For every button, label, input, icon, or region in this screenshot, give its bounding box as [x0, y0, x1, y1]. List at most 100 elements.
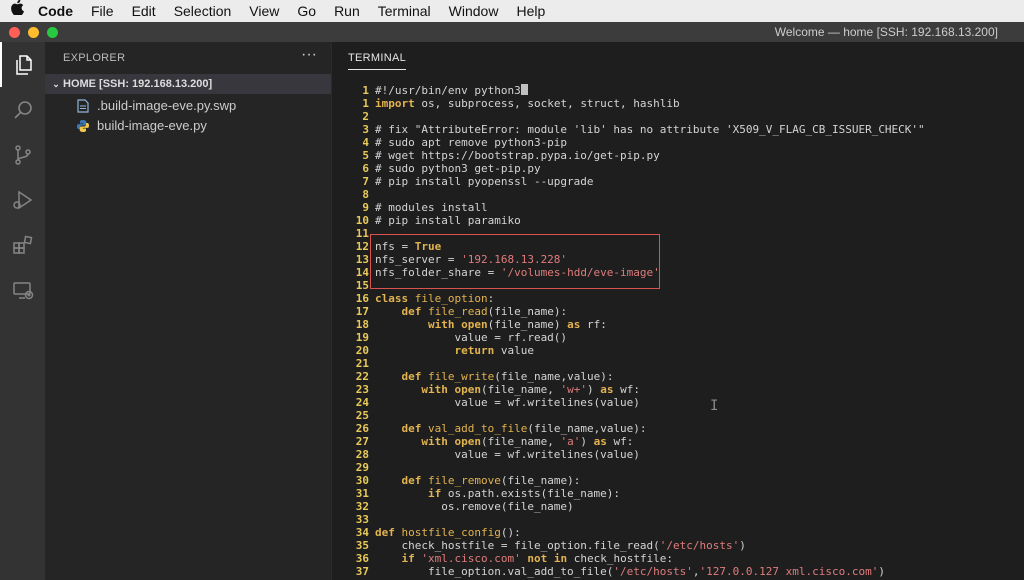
- terminal-line: 20 return value: [332, 344, 1024, 357]
- menu-go[interactable]: Go: [288, 0, 325, 22]
- line-number: 32: [355, 500, 369, 513]
- search-icon[interactable]: [0, 87, 45, 132]
- maximize-window-button[interactable]: [47, 27, 58, 38]
- file-item[interactable]: .build-image-eve.py.swp: [75, 96, 236, 116]
- terminal-line: 33: [332, 513, 1024, 526]
- close-window-button[interactable]: [9, 27, 20, 38]
- line-number: 34: [355, 526, 369, 539]
- run-debug-icon[interactable]: [0, 177, 45, 222]
- terminal-line: 17 def file_read(file_name):: [332, 305, 1024, 318]
- line-text: def hostfile_config():: [375, 526, 521, 539]
- menu-window[interactable]: Window: [440, 0, 508, 22]
- line-number: 2: [362, 110, 369, 123]
- menu-view[interactable]: View: [240, 0, 288, 22]
- file-item[interactable]: build-image-eve.py: [75, 116, 207, 136]
- menu-run[interactable]: Run: [325, 0, 369, 22]
- terminal-line: 14 nfs_folder_share = '/volumes-hdd/eve-i…: [332, 266, 1024, 279]
- chevron-down-icon: ⌄: [52, 79, 60, 89]
- text-cursor-icon: I: [710, 398, 719, 414]
- line-text: nfs_server = '192.168.13.228': [375, 253, 568, 266]
- line-number: 21: [355, 357, 369, 370]
- line-number: 27: [355, 435, 369, 448]
- line-number: 5: [362, 149, 369, 162]
- line-number: 16: [355, 292, 369, 305]
- terminal-line: 13 nfs_server = '192.168.13.228': [332, 253, 1024, 266]
- line-text: def val_add_to_file(file_name,value):: [401, 422, 647, 435]
- more-actions-icon[interactable]: ···: [301, 46, 317, 64]
- source-control-icon[interactable]: [0, 132, 45, 177]
- line-text: # pip install pyopenssl --upgrade: [375, 175, 594, 188]
- line-number: 26: [355, 422, 369, 435]
- line-text: with open(file_name) as rf:: [427, 318, 607, 331]
- menu-edit[interactable]: Edit: [123, 0, 165, 22]
- line-number: 14: [355, 266, 369, 279]
- line-text: # fix "AttributeError: module 'lib' has …: [375, 123, 925, 136]
- tab-terminal[interactable]: TERMINAL: [348, 52, 407, 70]
- menu-terminal[interactable]: Terminal: [369, 0, 440, 22]
- line-number: 7: [362, 175, 369, 188]
- line-number: 4: [362, 136, 369, 149]
- terminal-line: 31 if os.path.exists(file_name):: [332, 487, 1024, 500]
- minimize-window-button[interactable]: [28, 27, 39, 38]
- line-number: 33: [355, 513, 369, 526]
- terminal-line: 3 # fix "AttributeError: module 'lib' has…: [332, 123, 1024, 136]
- line-text: #!/usr/bin/env python3: [375, 84, 528, 97]
- line-number: 12: [355, 240, 369, 253]
- line-number: 17: [355, 305, 369, 318]
- apple-icon[interactable]: [0, 0, 34, 22]
- terminal-line: 26 def val_add_to_file(file_name,value):: [332, 422, 1024, 435]
- terminal-line: 35 check_hostfile = file_option.file_rea…: [332, 539, 1024, 552]
- line-text: with open(file_name, 'w+') as wf:: [421, 383, 640, 396]
- terminal-line: 34 def hostfile_config():: [332, 526, 1024, 539]
- line-number: 6: [362, 162, 369, 175]
- line-text: def file_read(file_name):: [401, 305, 568, 318]
- terminal-line: 11: [332, 227, 1024, 240]
- terminal-line: 4 # sudo apt remove python3-pip: [332, 136, 1024, 149]
- terminal-line: 32 os.remove(file_name): [332, 500, 1024, 513]
- line-number: 23: [355, 383, 369, 396]
- extensions-icon[interactable]: [0, 222, 45, 267]
- terminal-line: 21: [332, 357, 1024, 370]
- line-number: 19: [355, 331, 369, 344]
- menu-code[interactable]: Code: [34, 0, 82, 22]
- line-number: 1: [362, 97, 369, 110]
- terminal-line: 37 file_option.val_add_to_file('/etc/hos…: [332, 565, 1024, 578]
- menu-help[interactable]: Help: [507, 0, 554, 22]
- menu-selection[interactable]: Selection: [165, 0, 241, 22]
- line-text: nfs = True: [375, 240, 442, 253]
- line-text: os.remove(file_name): [375, 500, 574, 513]
- line-number: 22: [355, 370, 369, 383]
- line-number: 1: [362, 84, 369, 97]
- line-number: 8: [362, 188, 369, 201]
- terminal-line: 8: [332, 188, 1024, 201]
- line-text: with open(file_name, 'a') as wf:: [421, 435, 634, 448]
- remote-explorer-icon[interactable]: [0, 267, 45, 312]
- line-text: class file_option:: [375, 292, 495, 305]
- explorer-icon[interactable]: [0, 42, 45, 87]
- explorer-sidebar: EXPLORER ··· ⌄ HOME [SSH: 192.168.13.200]…: [45, 42, 331, 580]
- line-text: def file_write(file_name,value):: [401, 370, 614, 383]
- terminal-line: 1 #!/usr/bin/env python3: [332, 84, 1024, 97]
- terminal-line: 22 def file_write(file_name,value):: [332, 370, 1024, 383]
- terminal-line: 15: [332, 279, 1024, 292]
- terminal-line: 10 # pip install paramiko: [332, 214, 1024, 227]
- terminal-line: 36 if 'xml.cisco.com' not in check_hostf…: [332, 552, 1024, 565]
- menu-file[interactable]: File: [82, 0, 123, 22]
- terminal-line: 2: [332, 110, 1024, 123]
- terminal-line: 27 with open(file_name, 'a') as wf:: [332, 435, 1024, 448]
- line-number: 9: [362, 201, 369, 214]
- line-text: value = rf.read(): [375, 331, 568, 344]
- line-text: # wget https://bootstrap.pypa.io/get-pip…: [375, 149, 660, 162]
- workspace-name: HOME [SSH: 192.168.13.200]: [63, 78, 213, 90]
- terminal-line: 12 nfs = True: [332, 240, 1024, 253]
- terminal-line: 19 value = rf.read(): [332, 331, 1024, 344]
- line-number: 35: [355, 539, 369, 552]
- terminal-line: 7 # pip install pyopenssl --upgrade: [332, 175, 1024, 188]
- terminal-output[interactable]: 1 #!/usr/bin/env python3 1 import os, subpr…: [332, 84, 1024, 578]
- line-number: 20: [355, 344, 369, 357]
- workspace-section-header[interactable]: ⌄ HOME [SSH: 192.168.13.200]: [45, 74, 331, 94]
- line-text: # sudo python3 get-pip.py: [375, 162, 541, 175]
- line-text: return value: [454, 344, 534, 357]
- line-number: 29: [355, 461, 369, 474]
- line-text: check_hostfile = file_option.file_read('…: [375, 539, 746, 552]
